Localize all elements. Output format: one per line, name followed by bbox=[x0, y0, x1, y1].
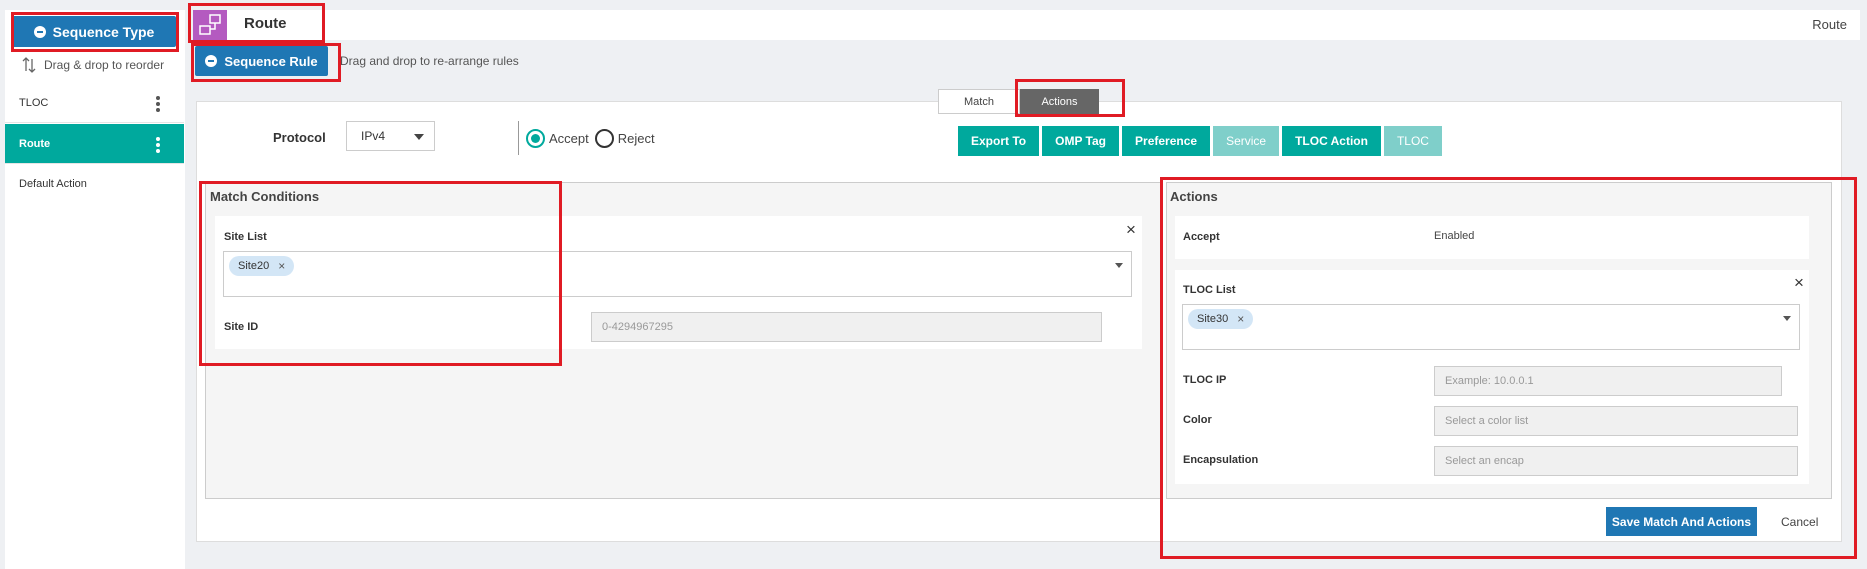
encapsulation-label: Encapsulation bbox=[1183, 454, 1259, 466]
reject-radio-label: Reject bbox=[617, 131, 655, 146]
divider bbox=[518, 121, 519, 155]
accept-action-label: Accept bbox=[1183, 231, 1220, 243]
kebab-menu-icon[interactable] bbox=[156, 137, 160, 153]
encapsulation-placeholder: Select an encap bbox=[1445, 455, 1524, 467]
sidebar-item-default-action[interactable]: Default Action bbox=[5, 164, 184, 204]
sidebar-item-label: Default Action bbox=[19, 178, 87, 190]
close-icon[interactable]: × bbox=[1126, 220, 1136, 240]
page-header bbox=[193, 10, 1860, 40]
close-icon[interactable]: × bbox=[1794, 273, 1804, 293]
remove-chip-icon[interactable]: × bbox=[278, 259, 285, 273]
route-policy-icon bbox=[193, 10, 227, 40]
tloc-list-select[interactable] bbox=[1182, 304, 1800, 350]
export-to-button[interactable]: Export To bbox=[958, 126, 1040, 156]
tab-actions[interactable]: Actions bbox=[1020, 89, 1099, 114]
service-button[interactable]: Service bbox=[1213, 126, 1280, 156]
save-match-actions-button[interactable]: Save Match And Actions bbox=[1606, 507, 1757, 536]
match-actions-tabs: Match Actions bbox=[938, 89, 1099, 114]
action-type-buttons: Export To OMP Tag Preference Service TLO… bbox=[958, 126, 1442, 156]
reorder-arrows-icon bbox=[22, 57, 36, 73]
tab-match[interactable]: Match bbox=[938, 89, 1020, 114]
sidebar-item-tloc[interactable]: TLOC bbox=[5, 83, 184, 123]
encapsulation-select[interactable]: Select an encap bbox=[1434, 446, 1798, 476]
color-select[interactable]: Select a color list bbox=[1434, 406, 1798, 436]
site-list-chip: Site20 × bbox=[229, 256, 295, 276]
accept-radio[interactable] bbox=[526, 129, 545, 148]
site-list-chip-label: Site20 bbox=[238, 260, 270, 272]
minus-circle-icon bbox=[33, 25, 46, 38]
site-id-label: Site ID bbox=[224, 321, 259, 333]
cancel-button[interactable]: Cancel bbox=[1781, 515, 1818, 529]
chevron-down-icon bbox=[414, 134, 424, 140]
remove-chip-icon[interactable]: × bbox=[1237, 312, 1244, 326]
reorder-hint-text: Drag & drop to reorder bbox=[44, 58, 165, 72]
tloc-action-button[interactable]: TLOC Action bbox=[1282, 126, 1381, 156]
tloc-list-chip-label: Site30 bbox=[1197, 313, 1229, 325]
accept-radio-label: Accept bbox=[549, 131, 589, 146]
header-breadcrumb: Route bbox=[1812, 17, 1847, 32]
accept-action-value: Enabled bbox=[1434, 230, 1475, 242]
kebab-menu-icon[interactable] bbox=[156, 96, 160, 112]
sequence-rule-label: Sequence Rule bbox=[224, 53, 318, 69]
sequence-type-button[interactable]: Sequence Type bbox=[12, 16, 176, 47]
accept-reject-radio-group: Accept Reject bbox=[526, 129, 655, 148]
tloc-ip-placeholder: Example: 10.0.0.1 bbox=[1445, 375, 1534, 387]
tloc-ip-input[interactable]: Example: 10.0.0.1 bbox=[1434, 366, 1782, 396]
page-title: Route bbox=[244, 15, 287, 32]
color-label: Color bbox=[1183, 414, 1212, 426]
tloc-list-chip: Site30 × bbox=[1188, 309, 1254, 329]
site-id-input[interactable]: 0-4294967295 bbox=[591, 312, 1102, 342]
color-placeholder: Select a color list bbox=[1445, 415, 1529, 427]
preference-button[interactable]: Preference bbox=[1122, 126, 1211, 156]
actions-title: Actions bbox=[1170, 189, 1218, 204]
site-list-label: Site List bbox=[224, 231, 267, 243]
match-conditions-title: Match Conditions bbox=[210, 189, 320, 204]
protocol-value: IPv4 bbox=[361, 129, 386, 143]
omp-tag-button[interactable]: OMP Tag bbox=[1042, 126, 1120, 156]
sidebar-item-route[interactable]: Route bbox=[5, 124, 184, 164]
tloc-button[interactable]: TLOC bbox=[1383, 126, 1442, 156]
reorder-hint: Drag & drop to reorder bbox=[22, 57, 164, 73]
site-list-select[interactable] bbox=[223, 251, 1132, 297]
protocol-label: Protocol bbox=[273, 130, 326, 145]
sequence-type-label: Sequence Type bbox=[52, 23, 155, 40]
minus-circle-icon bbox=[205, 55, 218, 67]
protocol-select[interactable]: IPv4 bbox=[346, 121, 435, 151]
accept-action-card bbox=[1175, 216, 1809, 259]
rule-reorder-hint: Drag and drop to re-arrange rules bbox=[340, 54, 519, 68]
chevron-down-icon bbox=[1783, 316, 1791, 321]
tloc-list-label: TLOC List bbox=[1183, 284, 1236, 296]
sequence-rule-button[interactable]: Sequence Rule bbox=[195, 46, 328, 76]
site-id-placeholder: 0-4294967295 bbox=[602, 321, 673, 333]
reject-radio[interactable] bbox=[594, 129, 614, 148]
tloc-ip-label: TLOC IP bbox=[1183, 374, 1227, 386]
chevron-down-icon bbox=[1115, 263, 1123, 268]
sidebar-item-label: Route bbox=[19, 137, 51, 150]
sidebar-item-label: TLOC bbox=[19, 96, 49, 109]
